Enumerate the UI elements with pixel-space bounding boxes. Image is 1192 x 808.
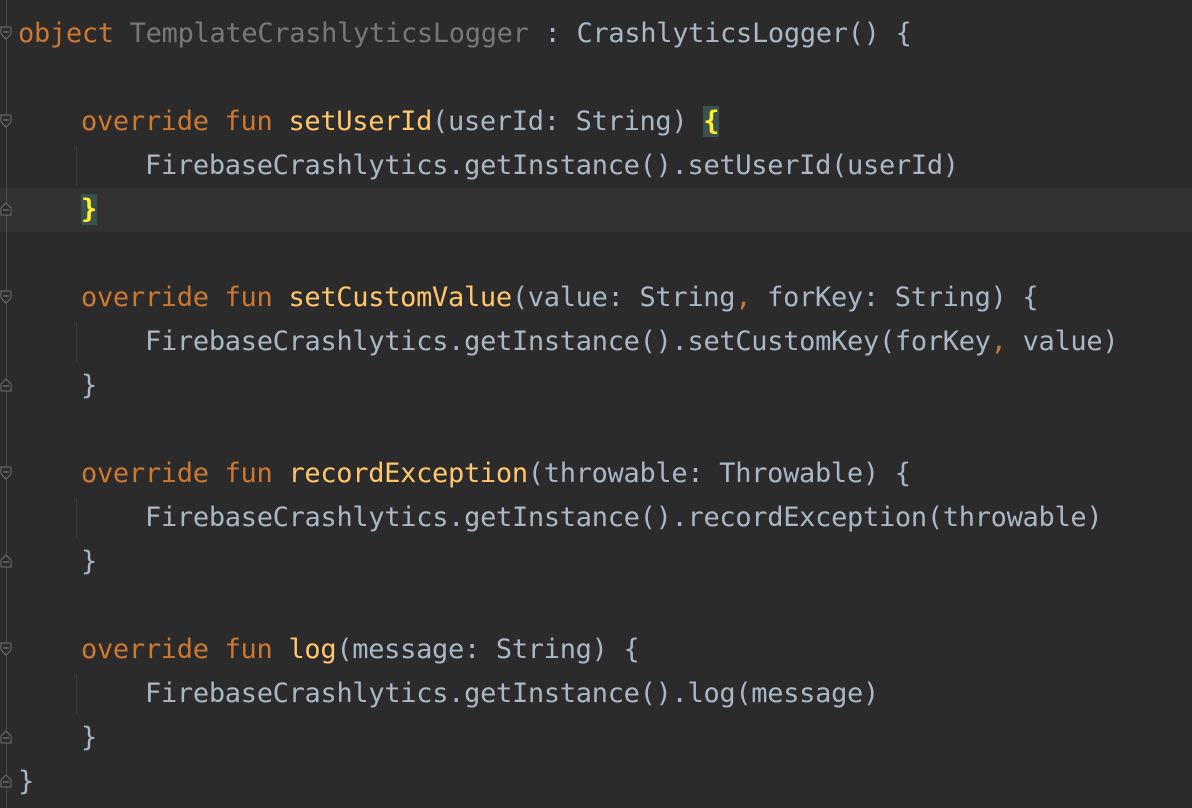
fold-marker-icon[interactable]: [0, 466, 12, 480]
code-line-set-custom-value-close[interactable]: }: [81, 364, 97, 408]
matched-brace-open: {: [703, 106, 720, 137]
code-line-log-signature[interactable]: override fun log(message: String) {: [81, 628, 640, 672]
fold-marker-icon[interactable]: [0, 290, 12, 304]
code-line-set-custom-value-body[interactable]: FirebaseCrashlytics.getInstance().setCus…: [145, 320, 1119, 364]
keyword-override-fun: override fun: [81, 106, 273, 137]
matched-brace-close: }: [81, 194, 97, 225]
keyword-object: object: [18, 18, 114, 49]
code-line-log-body[interactable]: FirebaseCrashlytics.getInstance().log(me…: [145, 672, 879, 716]
function-name-set-custom-value: setCustomValue: [288, 282, 512, 313]
code-line-set-user-id-body[interactable]: FirebaseCrashlytics.getInstance().setUse…: [145, 144, 959, 188]
code-line-set-custom-value-signature[interactable]: override fun setCustomValue(value: Strin…: [81, 276, 1039, 320]
code-line-object-declaration[interactable]: object TemplateCrashlyticsLogger : Crash…: [18, 12, 912, 56]
fold-marker-icon[interactable]: [0, 202, 12, 216]
code-line-record-exception-signature[interactable]: override fun recordException(throwable: …: [81, 452, 911, 496]
fold-marker-icon[interactable]: [0, 378, 12, 392]
code-line-object-close[interactable]: }: [18, 760, 34, 804]
indent-guide: [76, 674, 77, 714]
indent-guide: [76, 322, 77, 362]
current-line-highlight: [0, 188, 1192, 232]
fold-marker-icon[interactable]: [0, 554, 12, 568]
code-line-record-exception-body[interactable]: FirebaseCrashlytics.getInstance().record…: [145, 496, 1103, 540]
fold-marker-icon[interactable]: [0, 114, 12, 128]
fold-marker-icon[interactable]: [0, 730, 12, 744]
fold-marker-icon[interactable]: [0, 26, 12, 40]
code-line-set-user-id-signature[interactable]: override fun setUserId(userId: String) {: [81, 100, 720, 144]
code-line-log-close[interactable]: }: [81, 716, 97, 760]
keyword-override-fun: override fun: [81, 282, 273, 313]
keyword-override-fun: override fun: [81, 634, 273, 665]
function-name-record-exception: recordException: [288, 458, 528, 489]
indent-guide: [76, 146, 77, 186]
code-editor[interactable]: object TemplateCrashlyticsLogger : Crash…: [0, 0, 1192, 808]
function-name-log: log: [288, 634, 337, 665]
fold-marker-icon[interactable]: [0, 642, 12, 656]
fold-marker-icon[interactable]: [0, 774, 12, 788]
function-name-set-user-id: setUserId: [288, 106, 433, 137]
indent-guide: [76, 498, 77, 538]
object-name: TemplateCrashlyticsLogger: [129, 18, 529, 49]
keyword-override-fun: override fun: [81, 458, 273, 489]
code-line-set-user-id-close[interactable]: }: [81, 188, 97, 232]
code-line-record-exception-close[interactable]: }: [81, 540, 97, 584]
